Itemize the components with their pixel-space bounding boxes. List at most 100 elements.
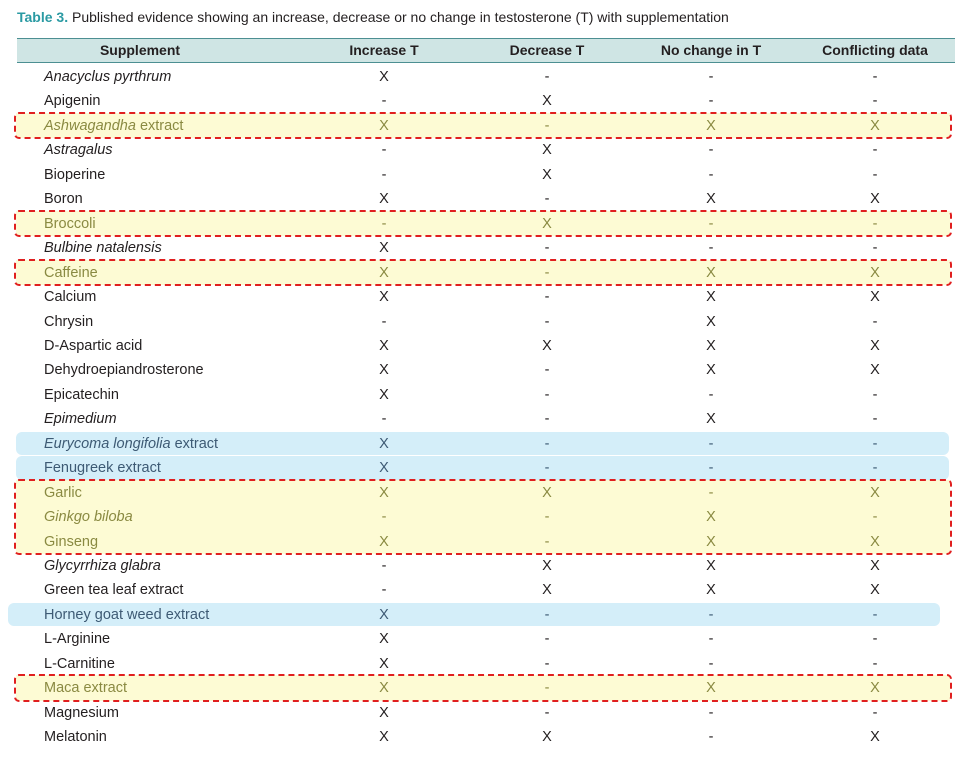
header-no-change-t: No change in T xyxy=(660,42,762,58)
table-row: Astragalus - X - - xyxy=(0,140,972,164)
cell-increase: - xyxy=(381,313,387,330)
cell-conflicting: X xyxy=(870,337,880,354)
supplement-name-text: Bioperine xyxy=(44,166,106,183)
cell-nochange: - xyxy=(708,704,714,721)
table-row: Horney goat weed extract X - - - xyxy=(0,605,972,629)
cell-decrease: X xyxy=(542,166,552,183)
cell-conflicting: - xyxy=(872,386,878,403)
cell-nochange: - xyxy=(708,460,714,477)
cell-conflicting: X xyxy=(870,362,880,379)
dashed-highlight-outline xyxy=(14,674,952,702)
cell-decrease: X xyxy=(542,582,552,599)
cell-nochange: X xyxy=(706,411,716,428)
supplement-name-italic: Astragalus xyxy=(44,142,113,159)
cell-increase: X xyxy=(379,631,389,648)
cell-nochange: - xyxy=(708,69,714,85)
table-header: Supplement Increase T Decrease T No chan… xyxy=(17,38,955,63)
cell-increase: X xyxy=(379,435,389,452)
cell-increase: - xyxy=(381,166,387,183)
cell-decrease: - xyxy=(544,435,550,452)
cell-conflicting: - xyxy=(872,69,878,85)
cell-decrease: - xyxy=(544,460,550,477)
supplement-name-italic: Epimedium xyxy=(44,411,117,428)
cell-decrease: - xyxy=(544,240,550,257)
cell-increase: X xyxy=(379,606,389,623)
cell-nochange: - xyxy=(708,435,714,452)
supplement-name-text: L-Arginine xyxy=(44,631,111,648)
cell-decrease: - xyxy=(544,289,550,306)
supplement-name: Horney goat weed extract xyxy=(44,607,209,623)
cell-nochange: X xyxy=(706,313,716,330)
cell-nochange: X xyxy=(706,362,716,379)
cell-decrease: - xyxy=(544,631,550,648)
cell-nochange: - xyxy=(708,142,714,159)
dashed-highlight-outline xyxy=(14,258,952,287)
table-caption-text: Published evidence showing an increase, … xyxy=(71,9,729,25)
cell-decrease: - xyxy=(544,386,550,403)
supplement-name-text: Fenugreek extract xyxy=(44,460,161,477)
supplement-name-text: Calcium xyxy=(44,289,97,306)
cell-nochange: - xyxy=(708,606,714,623)
dashed-highlight-outline xyxy=(14,209,952,238)
supplement-name-text: Horney goat weed extract xyxy=(44,606,210,623)
supplement-name: Anacyclus pyrthrum xyxy=(44,69,171,85)
cell-increase: X xyxy=(379,240,389,257)
cell-decrease: - xyxy=(544,69,550,85)
table-row: Anacyclus pyrthrum X - - - xyxy=(0,67,972,91)
header-increase-t: Increase T xyxy=(349,42,419,58)
cell-conflicting: - xyxy=(872,435,878,452)
table-row: Bioperine - X - - xyxy=(0,165,972,189)
table-row: Green tea leaf extract - X X X xyxy=(0,580,972,604)
table-row: Epicatechin X - - - xyxy=(0,385,972,409)
supplement-name: Bioperine xyxy=(44,167,105,183)
cell-increase: X xyxy=(379,460,389,477)
supplement-name-italic: Glycyrrhiza glabra xyxy=(44,558,161,574)
dashed-highlight-outline xyxy=(14,478,952,555)
cell-increase: X xyxy=(379,289,389,306)
supplement-name-italic: Eurycoma longifolia xyxy=(44,435,171,452)
supplement-name-text: D-Aspartic acid xyxy=(44,337,143,354)
supplement-name-text: L-Carnitine xyxy=(44,655,115,672)
supplement-name-text: Apigenin xyxy=(44,93,101,110)
supplement-name: Epicatechin xyxy=(44,387,119,403)
cell-increase: - xyxy=(381,582,387,599)
header-decrease-t: Decrease T xyxy=(509,42,585,58)
supplement-name: L-Carnitine xyxy=(44,656,115,672)
cell-decrease: - xyxy=(544,191,550,208)
cell-increase: - xyxy=(381,142,387,159)
header-conflicting-data: Conflicting data xyxy=(822,42,928,58)
cell-conflicting: - xyxy=(872,240,878,257)
supplement-name: Astragalus xyxy=(44,142,113,158)
cell-nochange: X xyxy=(706,191,716,208)
cell-nochange: X xyxy=(706,558,716,574)
cell-nochange: - xyxy=(708,166,714,183)
supplement-name-text: Dehydroepiandrosterone xyxy=(44,362,204,379)
cell-increase: - xyxy=(381,93,387,110)
supplement-name: Chrysin xyxy=(44,314,93,330)
cell-conflicting: - xyxy=(872,655,878,672)
table-caption-label: Table 3. xyxy=(17,9,69,25)
cell-conflicting: - xyxy=(872,142,878,159)
table-row: Calcium X - X X xyxy=(0,287,972,311)
cell-decrease: X xyxy=(542,558,552,574)
supplement-name-text: Melatonin xyxy=(44,729,107,746)
supplement-name: Dehydroepiandrosterone xyxy=(44,362,204,378)
cell-increase: X xyxy=(379,704,389,721)
cell-decrease: - xyxy=(544,362,550,379)
table-row: Dehydroepiandrosterone X - X X xyxy=(0,360,972,384)
cell-decrease: X xyxy=(542,337,552,354)
cell-decrease: - xyxy=(544,606,550,623)
cell-increase: X xyxy=(379,386,389,403)
cell-decrease: - xyxy=(544,411,550,428)
supplement-name: Magnesium xyxy=(44,705,119,721)
supplement-name-italic: Bulbine natalensis xyxy=(44,240,162,257)
cell-conflicting: X xyxy=(870,729,880,746)
cell-nochange: X xyxy=(706,582,716,599)
supplement-name: Calcium xyxy=(44,289,96,305)
cell-decrease: - xyxy=(544,655,550,672)
cell-decrease: - xyxy=(544,313,550,330)
supplement-name-text: Chrysin xyxy=(44,313,94,330)
cell-nochange: - xyxy=(708,729,714,746)
cell-increase: X xyxy=(379,69,389,85)
cell-increase: - xyxy=(381,558,387,574)
